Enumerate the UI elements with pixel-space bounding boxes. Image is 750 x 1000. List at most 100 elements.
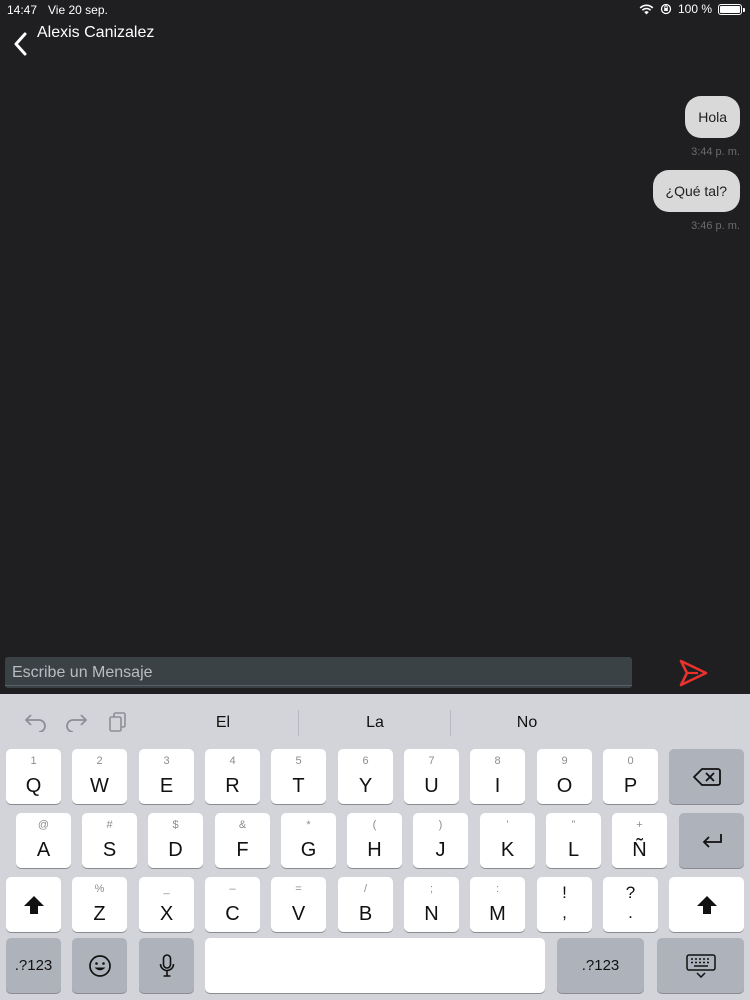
key-main: M [489, 903, 506, 925]
message-input[interactable]: Escribe un Mensaje [5, 657, 632, 688]
message-time: 3:46 p. m. [691, 220, 740, 232]
key-bottom-char: . [628, 903, 633, 922]
key-h[interactable]: (H [347, 813, 402, 868]
suggestion-1[interactable]: El [148, 714, 298, 732]
key-main: I [494, 775, 501, 797]
key-enie[interactable]: + Ñ [612, 813, 667, 868]
shift-right-key[interactable] [669, 877, 744, 932]
key-z[interactable]: % Z [72, 877, 127, 932]
key-label: .?123 [14, 957, 53, 974]
key-b[interactable]: / B [338, 877, 393, 932]
on-screen-keyboard: El La No 1Q 2W 3E 4R 5T 6Y 7U 8I 9O 0P @… [0, 694, 750, 1000]
send-button[interactable] [676, 657, 710, 689]
key-o[interactable]: 9O [537, 749, 592, 804]
key-n[interactable]: ; N [404, 877, 459, 932]
key-sub: ) [438, 819, 443, 831]
key-main: E [159, 775, 174, 797]
key-main: X [159, 903, 174, 925]
key-sub: 7 [428, 755, 435, 767]
key-l[interactable]: ” L [546, 813, 601, 868]
key-main: C [225, 903, 240, 925]
backspace-key[interactable] [669, 749, 744, 804]
return-key[interactable] [679, 813, 744, 868]
key-main: G [300, 839, 317, 861]
key-question-period[interactable]: ?. [603, 877, 658, 932]
dictation-key[interactable] [139, 938, 194, 993]
key-sub: & [238, 819, 247, 831]
key-i[interactable]: 8I [470, 749, 525, 804]
shift-left-key[interactable] [6, 877, 61, 932]
undo-icon[interactable] [24, 712, 48, 732]
wifi-icon [639, 4, 654, 14]
key-sub: 0 [627, 755, 634, 767]
key-sub: # [106, 819, 113, 831]
key-j[interactable]: ) J [413, 813, 468, 868]
message-bubble[interactable]: Hola [685, 96, 740, 138]
key-r[interactable]: 4R [205, 749, 260, 804]
key-a[interactable]: @ A [16, 813, 71, 868]
space-key[interactable] [205, 938, 545, 993]
key-sub: ” [571, 819, 576, 831]
numbers-right-key[interactable]: .?123 [557, 938, 644, 993]
numbers-left-key[interactable]: .?123 [6, 938, 61, 993]
battery-icon [718, 3, 745, 15]
key-x[interactable]: _ X [139, 877, 194, 932]
key-p[interactable]: 0P [603, 749, 658, 804]
battery-text: 100 % [677, 2, 712, 16]
key-sub: * [306, 819, 311, 831]
key-m[interactable]: :M [470, 877, 525, 932]
key-e[interactable]: 3E [139, 749, 194, 804]
key-top-char: ? [625, 883, 636, 902]
key-main: Y [358, 775, 373, 797]
suggestion-2[interactable]: La [300, 714, 450, 732]
suggestion-3[interactable]: No [452, 714, 602, 732]
key-main: S [102, 839, 117, 861]
status-right: 100 % [639, 2, 745, 16]
key-sub: % [94, 883, 105, 895]
key-t[interactable]: 5T [271, 749, 326, 804]
key-u[interactable]: 7U [404, 749, 459, 804]
key-main: P [623, 775, 638, 797]
key-top-char: ! [562, 883, 567, 902]
key-sub: + [636, 819, 643, 831]
key-main: D [168, 839, 183, 861]
status-bar: 14:47 Vie 20 sep. 100 % [0, 0, 750, 20]
key-main: R [225, 775, 240, 797]
key-d[interactable]: $ D [148, 813, 203, 868]
chevron-left-icon [14, 32, 27, 56]
key-sub: / [363, 883, 368, 895]
key-c[interactable]: – C [205, 877, 260, 932]
key-exclamation-comma[interactable]: !, [537, 877, 592, 932]
paste-icon[interactable] [106, 712, 130, 732]
return-icon [702, 833, 722, 848]
key-sub: – [229, 883, 236, 895]
keyboard-suggestion-bar: El La No [0, 694, 750, 742]
message-bubble[interactable]: ¿Qué tal? [652, 170, 740, 212]
hide-keyboard-key[interactable] [657, 938, 744, 993]
key-sub: @ [37, 819, 50, 831]
key-w[interactable]: 2W [72, 749, 127, 804]
back-button[interactable] [8, 30, 32, 58]
redo-icon[interactable] [64, 712, 88, 732]
message-time: 3:44 p. m. [691, 146, 740, 158]
key-f[interactable]: & F [215, 813, 270, 868]
key-s[interactable]: # S [82, 813, 137, 868]
key-sub: 6 [362, 755, 369, 767]
key-main: Q [25, 775, 42, 797]
microphone-icon [159, 953, 174, 977]
key-label: .?123 [581, 957, 620, 974]
key-sub: ; [429, 883, 434, 895]
status-time: 14:47 [7, 3, 38, 17]
key-q[interactable]: 1Q [6, 749, 61, 804]
key-g[interactable]: * G [281, 813, 336, 868]
key-sub: 2 [96, 755, 103, 767]
key-v[interactable]: = V [271, 877, 326, 932]
key-sub: $ [172, 819, 179, 831]
key-k[interactable]: ’ K [480, 813, 535, 868]
key-sub: 4 [229, 755, 236, 767]
status-date: Vie 20 sep. [48, 3, 108, 17]
emoji-key[interactable] [72, 938, 127, 993]
key-y[interactable]: 6Y [338, 749, 393, 804]
key-main: L [567, 839, 580, 861]
key-main: J [435, 839, 446, 861]
